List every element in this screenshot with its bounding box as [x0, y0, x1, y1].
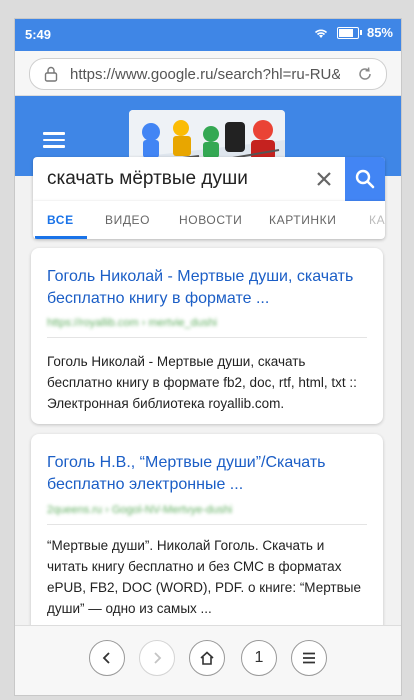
result-title[interactable]: Гоголь Николай - Мертвые души, скачать б…	[47, 266, 367, 310]
status-bar: 5:49 85%	[15, 19, 401, 51]
battery-percent: 85%	[366, 25, 393, 40]
back-button[interactable]	[89, 640, 125, 676]
clear-icon[interactable]	[313, 168, 335, 190]
result-snippet: “Мертвые души”. Николай Гоголь. Скачать …	[47, 538, 361, 616]
result-url[interactable]: 2queens.ru › Gogol-NV-Mertvye-dushi	[47, 504, 347, 516]
result-title[interactable]: Гоголь Н.В., “Мертвые души”/Скачать бесп…	[47, 452, 367, 496]
tab-images[interactable]: КАРТИНКИ	[269, 213, 337, 227]
tab-news[interactable]: НОВОСТИ	[179, 213, 242, 227]
tab-count: 1	[254, 649, 264, 666]
address-bar[interactable]: https://www.google.ru/search?hl=ru-RU&ie	[29, 58, 387, 90]
search-icon	[355, 169, 375, 189]
lock-icon	[42, 65, 60, 83]
chevron-right-icon	[154, 652, 162, 664]
address-bar-url[interactable]: https://www.google.ru/search?hl=ru-RU&ie	[70, 66, 340, 83]
tab-active-indicator	[35, 236, 87, 239]
forward-button[interactable]	[139, 640, 175, 676]
home-icon	[200, 651, 214, 665]
tab-video[interactable]: ВИДЕО	[105, 213, 150, 227]
tabs-button[interactable]: 1	[241, 640, 277, 676]
result-snippet: Гоголь Николай - Мертвые души, скачать б…	[47, 354, 357, 411]
result-url[interactable]: https://royallib.com › mertvie_dushi	[47, 317, 347, 329]
browser-bottom-bar: 1	[15, 625, 401, 695]
home-button[interactable]	[189, 640, 225, 676]
tab-all[interactable]: ВСЕ	[47, 213, 74, 227]
menu-icon[interactable]	[43, 132, 65, 148]
search-input[interactable]: скачать мёртвые души	[47, 168, 248, 190]
result-divider	[47, 524, 367, 525]
menu-lines-icon	[303, 652, 315, 664]
tab-more[interactable]: КА	[369, 213, 385, 227]
battery-icon	[336, 26, 362, 39]
result-card[interactable]: Гоголь Н.В., “Мертвые души”/Скачать бесп…	[31, 434, 383, 634]
search-box[interactable]: скачать мёртвые души	[33, 157, 385, 201]
reload-icon[interactable]	[356, 65, 374, 83]
result-divider	[47, 337, 367, 338]
result-card[interactable]: Гоголь Николай - Мертвые души, скачать б…	[31, 248, 383, 424]
browser-toolbar: https://www.google.ru/search?hl=ru-RU&ie	[15, 51, 401, 96]
phone-screen: 5:49 85% https://www.google.ru/search?hl…	[14, 18, 402, 696]
search-button[interactable]	[345, 157, 385, 201]
wifi-icon	[314, 29, 328, 38]
chevron-left-icon	[102, 652, 110, 664]
search-tabs: ВСЕ ВИДЕО НОВОСТИ КАРТИНКИ КА	[33, 201, 385, 239]
status-time: 5:49	[25, 27, 52, 42]
menu-button[interactable]	[291, 640, 327, 676]
status-icons: 85%	[313, 25, 393, 40]
